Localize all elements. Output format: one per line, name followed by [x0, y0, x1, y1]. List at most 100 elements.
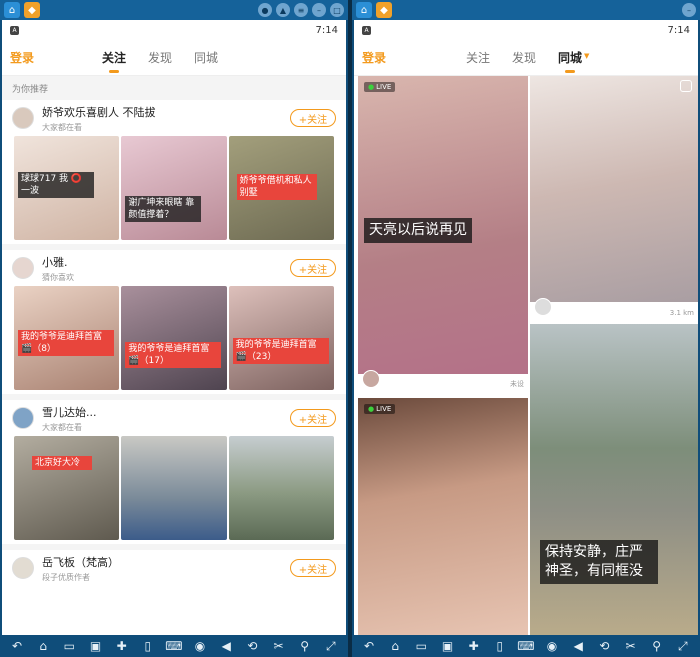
dropdown-icon[interactable]: ▼: [584, 52, 589, 66]
emulator-navbar: ↶ ⌂ ▭ ▣ ✚ ▯ ⌨ ◉ ◀ ⟲ ✂ ⚲ ⤢: [0, 635, 348, 657]
tab-follow[interactable]: 关注: [466, 49, 490, 66]
status-time: 7:14: [315, 24, 338, 36]
app-icon[interactable]: ◆: [24, 2, 40, 18]
follow-button[interactable]: +关注: [290, 259, 336, 277]
video-caption: 球球717 我 ⭕ 一波: [18, 172, 94, 198]
account-icon[interactable]: ●: [258, 3, 272, 17]
user-row[interactable]: 娇爷欢乐喜剧人 不陆拔 大家都在看 +关注: [2, 100, 346, 136]
video-card[interactable]: 3.1 km: [530, 76, 698, 322]
phone-screen: A 7:14 登录 关注 发现 同城 ▼ LIVE 天亮以后说再见 未设: [354, 20, 698, 635]
phone-icon[interactable]: ▯: [491, 639, 509, 653]
tab-nearby[interactable]: 同城: [558, 49, 582, 73]
live-badge: LIVE: [364, 404, 396, 414]
back-icon[interactable]: ↶: [360, 639, 378, 653]
home-icon[interactable]: ⌂: [34, 639, 52, 653]
video-thumbnails: 我的爷爷是迪拜首富 🎬（8） 我的爷爷是迪拜首富 🎬（17） 我的爷爷是迪拜首富…: [2, 286, 346, 390]
user-row[interactable]: 小雅. 猜你喜欢 +关注: [2, 250, 346, 286]
app-header: 登录 关注 发现 同城 ▼: [354, 40, 698, 76]
keyboard-icon[interactable]: ⌨: [165, 639, 183, 653]
user-subtitle: 猜你喜欢: [42, 272, 74, 282]
video-thumbnail[interactable]: 娇爷爷借机和私人 别墅: [228, 136, 334, 240]
avatar[interactable]: [12, 257, 34, 279]
right-emulator-window: ⌂ ◆ – A 7:14 登录 关注 发现 同城 ▼ LIVE 天亮以后说再见: [352, 0, 700, 657]
follow-button[interactable]: +关注: [290, 109, 336, 127]
avatar[interactable]: [12, 107, 34, 129]
fullscreen-icon[interactable]: ⤢: [674, 639, 692, 653]
app-icon[interactable]: ◆: [376, 2, 392, 18]
mute-icon[interactable]: ◀: [569, 639, 587, 653]
emulator-titlebar: ⌂ ◆ ● ▲ ≡ – □: [0, 0, 348, 20]
minimize-icon[interactable]: –: [312, 3, 326, 17]
gamepad-icon[interactable]: ✚: [465, 639, 483, 653]
keyboard-icon[interactable]: ⌨: [517, 639, 535, 653]
status-bar: A 7:14: [2, 20, 346, 40]
status-bar: A 7:14: [354, 20, 698, 40]
video-thumbnail[interactable]: 球球717 我 ⭕ 一波: [14, 136, 120, 240]
gamepad-icon[interactable]: ✚: [113, 639, 131, 653]
shirt-icon[interactable]: ▲: [276, 3, 290, 17]
app-header: 登录 关注 发现 同城: [2, 40, 346, 76]
user-row[interactable]: 岳飞板（梵高） 段子优质作者 +关注: [2, 550, 346, 586]
video-card[interactable]: LIVE 天亮以后说再见 未设: [358, 76, 528, 394]
recents-icon[interactable]: ▭: [412, 639, 430, 653]
user-subtitle: 大家都在看: [42, 122, 82, 132]
maximize-icon[interactable]: □: [330, 3, 344, 17]
user-subtitle: 段子优质作者: [42, 572, 90, 582]
home-icon[interactable]: ⌂: [386, 639, 404, 653]
tab-discover[interactable]: 发现: [512, 49, 536, 66]
video-thumbnails: 北京好大冷: [2, 436, 346, 540]
location-icon[interactable]: ⚲: [296, 639, 314, 653]
expand-icon[interactable]: [680, 80, 692, 92]
video-thumbnail[interactable]: 我的爷爷是迪拜首富 🎬（23）: [228, 286, 334, 390]
recommend-label: 为你推荐: [2, 76, 346, 100]
follow-button[interactable]: +关注: [290, 409, 336, 427]
user-row[interactable]: 雪儿达始... 大家都在看 +关注: [2, 400, 346, 436]
follow-button[interactable]: +关注: [290, 559, 336, 577]
phone-icon[interactable]: ▯: [139, 639, 157, 653]
screen-icon[interactable]: ▣: [86, 639, 104, 653]
location-icon[interactable]: ⚲: [648, 639, 666, 653]
login-button[interactable]: 登录: [362, 49, 386, 66]
video-caption: 保持安静，庄严 神圣，有同框没: [540, 540, 658, 584]
tab-nearby[interactable]: 同城: [194, 49, 218, 66]
video-thumbnail[interactable]: 北京好大冷: [14, 436, 120, 540]
video-thumbnail[interactable]: 谢广坤来眼瞎 靠颜值撑着？: [121, 136, 227, 240]
eye-icon[interactable]: ◉: [191, 639, 209, 653]
scissors-icon[interactable]: ✂: [269, 639, 287, 653]
video-card[interactable]: 保持安静，庄严 神圣，有同框没: [530, 324, 698, 635]
user-subtitle: 大家都在看: [42, 422, 82, 432]
tab-follow[interactable]: 关注: [102, 49, 126, 73]
fullscreen-icon[interactable]: ⤢: [322, 639, 340, 653]
eye-icon[interactable]: ◉: [543, 639, 561, 653]
recents-icon[interactable]: ▭: [60, 639, 78, 653]
rotate-icon[interactable]: ⟲: [243, 639, 261, 653]
user-name: 雪儿达始...: [42, 405, 97, 419]
mute-icon[interactable]: ◀: [217, 639, 235, 653]
minimize-icon[interactable]: –: [682, 3, 696, 17]
back-icon[interactable]: ↶: [8, 639, 26, 653]
rotate-icon[interactable]: ⟲: [595, 639, 613, 653]
home-icon[interactable]: ⌂: [356, 2, 372, 18]
avatar[interactable]: [12, 557, 34, 579]
login-button[interactable]: 登录: [10, 49, 34, 66]
home-icon[interactable]: ⌂: [4, 2, 20, 18]
menu-icon[interactable]: ≡: [294, 3, 308, 17]
video-thumbnail[interactable]: [228, 436, 334, 540]
emulator-navbar: ↶ ⌂ ▭ ▣ ✚ ▯ ⌨ ◉ ◀ ⟲ ✂ ⚲ ⤢: [352, 635, 700, 657]
notification-icon: A: [10, 25, 19, 35]
status-time: 7:14: [667, 24, 690, 36]
avatar[interactable]: [534, 298, 552, 316]
top-tabs: 关注 发现 同城 ▼: [466, 49, 589, 73]
user-name: 小雅.: [42, 255, 68, 269]
screen-icon[interactable]: ▣: [438, 639, 456, 653]
avatar[interactable]: [362, 370, 380, 388]
video-caption: 北京好大冷: [32, 456, 92, 470]
video-card[interactable]: LIVE: [358, 398, 528, 635]
nearby-grid: LIVE 天亮以后说再见 未设 3.1 km LIVE 保持安静，庄严 神圣，有…: [354, 76, 698, 635]
video-thumbnail[interactable]: 我的爷爷是迪拜首富 🎬（17）: [121, 286, 227, 390]
video-thumbnail[interactable]: [121, 436, 227, 540]
video-thumbnail[interactable]: 我的爷爷是迪拜首富 🎬（8）: [14, 286, 120, 390]
avatar[interactable]: [12, 407, 34, 429]
tab-discover[interactable]: 发现: [148, 49, 172, 66]
scissors-icon[interactable]: ✂: [621, 639, 639, 653]
